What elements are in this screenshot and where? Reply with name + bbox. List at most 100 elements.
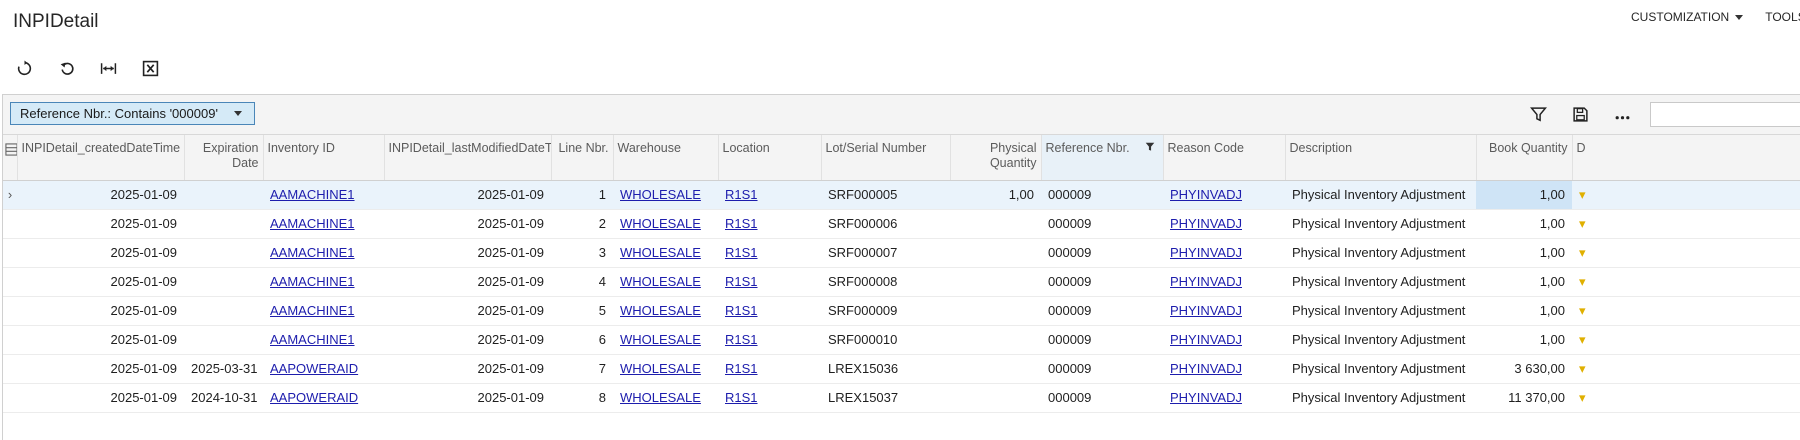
- more-button[interactable]: [1612, 104, 1632, 124]
- cell-link[interactable]: AAMACHINE1: [270, 332, 355, 347]
- column-header-lot-serial[interactable]: Lot/Serial Number: [821, 135, 951, 181]
- column-header-description[interactable]: Description: [1285, 135, 1477, 181]
- table-cell: [184, 325, 263, 355]
- table-cell: PHYINVADJ: [1163, 354, 1285, 384]
- cell-link[interactable]: WHOLESALE: [620, 390, 701, 405]
- reference-nbr-label: Reference Nbr.: [1045, 141, 1130, 155]
- table-row[interactable]: 2025-01-09 AAMACHINE1 2025-01-09 2 WHOLESALE…: [3, 209, 1800, 239]
- customization-menu[interactable]: CUSTOMIZATION: [1631, 10, 1744, 24]
- row-indicator[interactable]: ›: [3, 180, 17, 210]
- column-header-reason-code[interactable]: Reason Code: [1163, 135, 1286, 181]
- row-indicator[interactable]: [3, 325, 17, 355]
- cell-link[interactable]: WHOLESALE: [620, 332, 701, 347]
- cell-link[interactable]: AAMACHINE1: [270, 303, 355, 318]
- cell-link[interactable]: R1S1: [725, 216, 758, 231]
- table-cell: 1,00: [1476, 209, 1572, 239]
- column-header-created[interactable]: INPIDetail_createdDateTime: [17, 135, 185, 181]
- row-indicator[interactable]: [3, 267, 17, 297]
- cell-link[interactable]: R1S1: [725, 245, 758, 260]
- tools-menu[interactable]: TOOLS: [1765, 10, 1800, 24]
- row-indicator[interactable]: [3, 238, 17, 268]
- cell-link[interactable]: PHYINVADJ: [1170, 187, 1242, 202]
- cell-link[interactable]: AAMACHINE1: [270, 245, 355, 260]
- table-row[interactable]: 2025-01-09 2025-03-31 AAPOWERAID 2025-01-09…: [3, 354, 1800, 384]
- table-row[interactable]: 2025-01-09 AAMACHINE1 2025-01-09 3 WHOLESALE…: [3, 238, 1800, 268]
- search-input[interactable]: [1650, 102, 1800, 127]
- table-cell: ▾: [1572, 267, 1800, 297]
- export-excel-button[interactable]: [138, 56, 162, 80]
- cell-link[interactable]: AAPOWERAID: [270, 361, 358, 376]
- table-cell: AAMACHINE1: [263, 296, 384, 326]
- refresh-button[interactable]: [12, 56, 36, 80]
- row-selector-header[interactable]: [3, 135, 18, 181]
- table-cell: [184, 238, 263, 268]
- row-indicator[interactable]: [3, 209, 17, 239]
- cell-link[interactable]: PHYINVADJ: [1170, 390, 1242, 405]
- table-cell: 2025-01-09: [17, 180, 184, 210]
- cell-link[interactable]: WHOLESALE: [620, 187, 701, 202]
- cell-link[interactable]: PHYINVADJ: [1170, 303, 1242, 318]
- cell-link[interactable]: AAMACHINE1: [270, 216, 355, 231]
- column-header-warehouse[interactable]: Warehouse: [613, 135, 719, 181]
- cell-link[interactable]: PHYINVADJ: [1170, 245, 1242, 260]
- table-cell: 000009: [1041, 238, 1163, 268]
- table-cell: WHOLESALE: [613, 209, 718, 239]
- cell-link[interactable]: R1S1: [725, 332, 758, 347]
- column-header-location[interactable]: Location: [718, 135, 822, 181]
- cell-link[interactable]: R1S1: [725, 390, 758, 405]
- column-header-expiration[interactable]: Expiration Date: [184, 135, 264, 181]
- row-indicator[interactable]: [3, 296, 17, 326]
- table-cell: ▾: [1572, 180, 1800, 210]
- table-cell: SRF000005: [821, 180, 950, 210]
- cell-link[interactable]: WHOLESALE: [620, 274, 701, 289]
- table-cell: [184, 209, 263, 239]
- column-header-book-quantity[interactable]: Book Quantity: [1476, 135, 1573, 181]
- cell-link[interactable]: PHYINVADJ: [1170, 216, 1242, 231]
- table-row[interactable]: › 2025-01-09 AAMACHINE1 2025-01-09 1 WHOLESAL…: [3, 180, 1800, 210]
- cell-link[interactable]: AAPOWERAID: [270, 390, 358, 405]
- column-header-physical-quantity[interactable]: Physical Quantity: [950, 135, 1042, 181]
- column-header-d[interactable]: D: [1572, 135, 1800, 181]
- cell-link[interactable]: R1S1: [725, 274, 758, 289]
- cell-link[interactable]: WHOLESALE: [620, 245, 701, 260]
- save-button[interactable]: [1570, 104, 1590, 124]
- cell-link[interactable]: R1S1: [725, 361, 758, 376]
- cell-link[interactable]: PHYINVADJ: [1170, 274, 1242, 289]
- table-cell: 8: [551, 383, 613, 413]
- column-header-last-modified[interactable]: INPIDetail_lastModifiedDateTi: [384, 135, 552, 181]
- table-cell: AAMACHINE1: [263, 325, 384, 355]
- filter-chip[interactable]: Reference Nbr.: Contains '000009': [10, 102, 255, 125]
- row-indicator[interactable]: [3, 354, 17, 384]
- fit-to-screen-button[interactable]: [96, 56, 120, 80]
- cell-link[interactable]: WHOLESALE: [620, 303, 701, 318]
- column-header-reference-nbr[interactable]: Reference Nbr.: [1041, 135, 1164, 181]
- table-cell: 2025-01-09: [384, 354, 551, 384]
- cell-link[interactable]: WHOLESALE: [620, 361, 701, 376]
- table-cell: ▾: [1572, 209, 1800, 239]
- table-cell: Physical Inventory Adjustment: [1285, 267, 1476, 297]
- column-header-line-nbr[interactable]: Line Nbr.: [551, 135, 614, 181]
- column-header-inventory-id[interactable]: Inventory ID: [263, 135, 385, 181]
- cell-link[interactable]: R1S1: [725, 303, 758, 318]
- cell-link[interactable]: PHYINVADJ: [1170, 361, 1242, 376]
- table-cell: AAMACHINE1: [263, 180, 384, 210]
- table-cell: R1S1: [718, 180, 821, 210]
- filter-button[interactable]: [1528, 104, 1548, 124]
- grid-actions: [1528, 104, 1632, 124]
- table-cell: SRF000008: [821, 267, 950, 297]
- undo-button[interactable]: [54, 56, 78, 80]
- cell-link[interactable]: PHYINVADJ: [1170, 332, 1242, 347]
- table-row[interactable]: 2025-01-09 AAMACHINE1 2025-01-09 6 WHOLESALE…: [3, 325, 1800, 355]
- table-row[interactable]: 2025-01-09 2024-10-31 AAPOWERAID 2025-01-09…: [3, 383, 1800, 413]
- cell-link[interactable]: R1S1: [725, 187, 758, 202]
- table-cell: 7: [551, 354, 613, 384]
- cell-link[interactable]: WHOLESALE: [620, 216, 701, 231]
- table-row[interactable]: 2025-01-09 AAMACHINE1 2025-01-09 5 WHOLESALE…: [3, 296, 1800, 326]
- row-indicator[interactable]: [3, 383, 17, 413]
- table-body: › 2025-01-09 AAMACHINE1 2025-01-09 1 WHOLESAL…: [3, 180, 1800, 413]
- table-cell: PHYINVADJ: [1163, 296, 1285, 326]
- cell-link[interactable]: AAMACHINE1: [270, 274, 355, 289]
- table-cell: [950, 325, 1041, 355]
- table-row[interactable]: 2025-01-09 AAMACHINE1 2025-01-09 4 WHOLESALE…: [3, 267, 1800, 297]
- cell-link[interactable]: AAMACHINE1: [270, 187, 355, 202]
